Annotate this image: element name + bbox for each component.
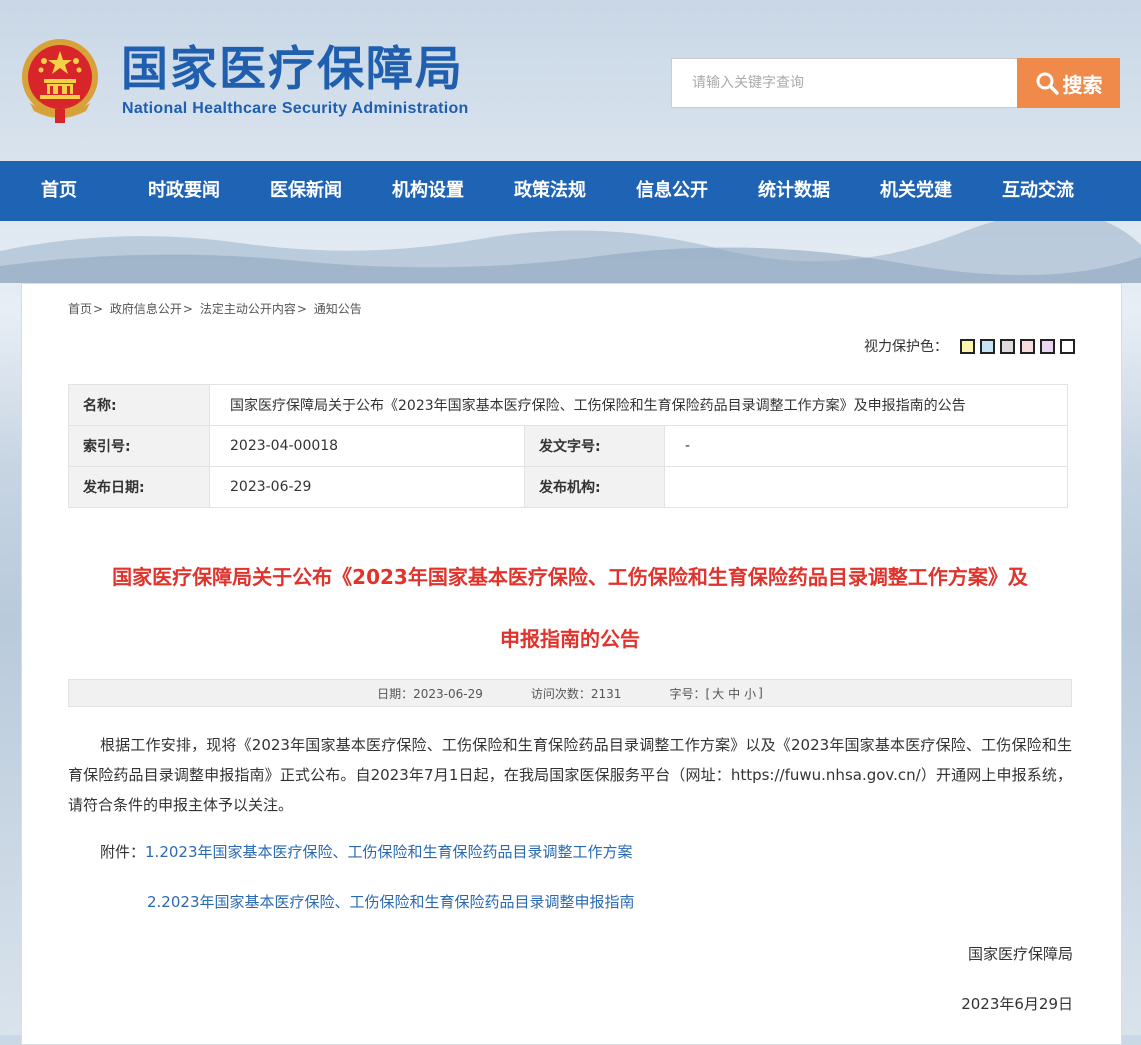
color-swatch-blue[interactable] bbox=[980, 338, 995, 354]
meta-name-label: 名称: bbox=[68, 384, 210, 426]
search-input[interactable] bbox=[671, 58, 1017, 108]
attachment-link-2[interactable]: 2.2023年国家基本医疗保险、工伤保险和生育保险药品目录调整申报指南 bbox=[147, 893, 635, 911]
attachment-label: 附件： bbox=[100, 843, 146, 861]
mountain-background bbox=[0, 221, 1141, 283]
nav-item-party-building[interactable]: 机关党建 bbox=[855, 161, 977, 221]
site-header: 国家医疗保障局 National Healthcare Security Adm… bbox=[0, 0, 1141, 161]
signature-block: 国家医疗保障局 2023年6月29日 bbox=[961, 941, 1073, 1017]
meta-name-value: 国家医疗保障局关于公布《2023年国家基本医疗保险、工伤保险和生育保险药品目录调… bbox=[209, 384, 1068, 426]
article-visits: 访问次数：2131 bbox=[530, 686, 622, 701]
color-swatch-gray[interactable] bbox=[1000, 338, 1015, 354]
nav-item-organization[interactable]: 机构设置 bbox=[367, 161, 489, 221]
document-meta-table: 名称: 国家医疗保障局关于公布《2023年国家基本医疗保险、工伤保险和生育保险药… bbox=[68, 384, 1068, 508]
meta-doc-no-value: - bbox=[664, 425, 1068, 467]
signature-org: 国家医疗保障局 bbox=[967, 945, 1073, 963]
article-title-line-2: 申报指南的公告 bbox=[500, 627, 640, 651]
font-size-small-button[interactable]: 小 bbox=[744, 685, 756, 702]
site-title: 国家医疗保障局 bbox=[121, 42, 464, 97]
breadcrumb-gov-info[interactable]: 政府信息公开 bbox=[110, 302, 182, 316]
eye-care-label: 视力保护色： bbox=[864, 339, 948, 355]
meta-date-label: 发布日期: bbox=[68, 466, 210, 508]
font-size-label: 字号：[ bbox=[669, 686, 711, 701]
breadcrumb: 首页> 政府信息公开> 法定主动公开内容> 通知公告 bbox=[68, 302, 362, 316]
meta-date-value: 2023-06-29 bbox=[209, 466, 525, 508]
font-size-large-button[interactable]: 大 bbox=[712, 685, 724, 702]
color-swatch-yellow[interactable] bbox=[960, 338, 975, 354]
attachments: 附件：1.2023年国家基本医疗保险、工伤保险和生育保险药品目录调整工作方案 2… bbox=[100, 839, 635, 939]
nav-item-medical-insurance-news[interactable]: 医保新闻 bbox=[245, 161, 367, 221]
article-date: 日期：2023-06-29 bbox=[377, 686, 483, 701]
font-size-medium-button[interactable]: 中 bbox=[728, 685, 740, 702]
nav-item-interaction[interactable]: 互动交流 bbox=[977, 161, 1099, 221]
article-info-bar: 日期：2023-06-29 访问次数：2131 字号：[ 大 中 小 ] bbox=[68, 679, 1072, 707]
main-nav: 首页 时政要闻 医保新闻 机构设置 政策法规 信息公开 统计数据 机关党建 互动… bbox=[0, 161, 1141, 221]
site-subtitle: National Healthcare Security Administrat… bbox=[122, 100, 469, 117]
search-button[interactable]: 搜索 bbox=[1017, 58, 1120, 108]
signature-date: 2023年6月29日 bbox=[961, 995, 1073, 1013]
nav-item-policies[interactable]: 政策法规 bbox=[489, 161, 611, 221]
article-body: 根据工作安排，现将《2023年国家基本医疗保险、工伤保险和生育保险药品目录调整工… bbox=[68, 736, 1072, 814]
font-size-close: ] bbox=[758, 686, 763, 700]
national-emblem-icon[interactable] bbox=[20, 37, 100, 123]
color-swatch-pink[interactable] bbox=[1020, 338, 1035, 354]
breadcrumb-statutory[interactable]: 法定主动公开内容 bbox=[200, 302, 296, 316]
color-swatch-purple[interactable] bbox=[1040, 338, 1055, 354]
color-swatch-white[interactable] bbox=[1060, 338, 1075, 354]
nav-item-home[interactable]: 首页 bbox=[41, 161, 121, 221]
breadcrumb-home[interactable]: 首页 bbox=[68, 302, 92, 316]
meta-org-label: 发布机构: bbox=[524, 466, 665, 508]
search-icon bbox=[1036, 72, 1059, 95]
article-title: 国家医疗保障局关于公布《2023年国家基本医疗保险、工伤保险和生育保险药品目录调… bbox=[68, 546, 1072, 670]
search-button-label: 搜索 bbox=[1062, 72, 1103, 97]
attachment-link-1[interactable]: 1.2023年国家基本医疗保险、工伤保险和生育保险药品目录调整工作方案 bbox=[145, 843, 633, 861]
meta-index-label: 索引号: bbox=[68, 425, 210, 467]
eye-care-color-picker: 视力保护色： bbox=[864, 336, 1075, 356]
nav-item-politics-news[interactable]: 时政要闻 bbox=[123, 161, 245, 221]
breadcrumb-notices[interactable]: 通知公告 bbox=[314, 302, 362, 316]
meta-doc-no-label: 发文字号: bbox=[524, 425, 665, 467]
meta-org-value bbox=[664, 466, 1068, 508]
nav-item-statistics[interactable]: 统计数据 bbox=[733, 161, 855, 221]
article-title-line-1: 国家医疗保障局关于公布《2023年国家基本医疗保险、工伤保险和生育保险药品目录调… bbox=[112, 565, 1028, 589]
content-panel: 首页> 政府信息公开> 法定主动公开内容> 通知公告 视力保护色： 名称: 国家… bbox=[21, 283, 1122, 1045]
meta-index-value: 2023-04-00018 bbox=[209, 425, 525, 467]
nav-item-information-disclosure[interactable]: 信息公开 bbox=[611, 161, 733, 221]
